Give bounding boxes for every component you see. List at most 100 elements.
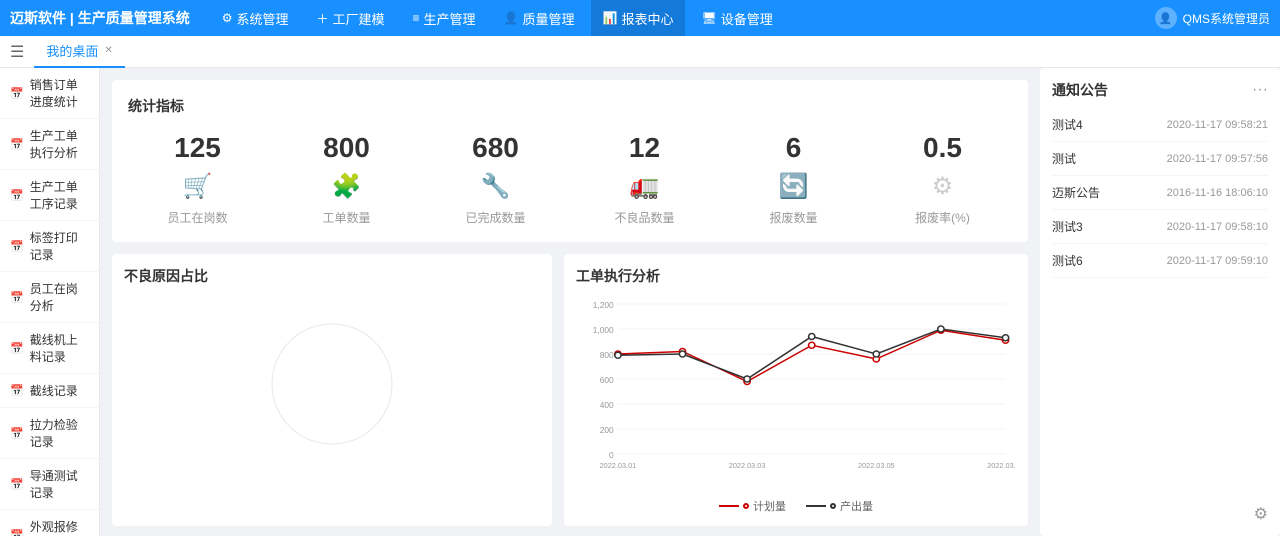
notice-name-n5: 测试6: [1052, 252, 1083, 269]
user-avatar: 👤: [1155, 7, 1177, 29]
stat-value-scrap-count: 6: [786, 132, 802, 164]
nav-item-device[interactable]: 🖥设备管理: [689, 0, 784, 36]
stat-value-defective: 12: [629, 132, 660, 164]
notice-name-n4: 测试3: [1052, 218, 1083, 235]
stat-label-employees: 员工在岗数: [167, 209, 227, 226]
notice-time-n5: 2020-11-17 09:59:10: [1167, 255, 1268, 267]
svg-text:2022.03.03: 2022.03.03: [729, 462, 766, 470]
workorder-panel-title: 工单执行分析: [576, 266, 1016, 286]
production-icon: ≡: [413, 11, 420, 25]
tab-desktop[interactable]: 我的桌面 ✕: [34, 36, 124, 68]
svg-text:1,000: 1,000: [593, 326, 614, 335]
sidebar-label-cutoff-machine: 截线机上料记录: [30, 331, 89, 365]
header: 迈斯软件 | 生产质量管理系统 ⚙系统管理＋工厂建模≡生产管理👤质量管理📊报表中…: [0, 0, 1280, 36]
stat-icon-scrap-rate: ⚙: [932, 172, 954, 201]
sidebar-item-production-record[interactable]: 📅生产工单工序记录: [0, 170, 99, 221]
sidebar-icon-external-repair: 📅: [10, 529, 24, 536]
settings-icon[interactable]: ⚙: [1052, 496, 1268, 524]
device-icon: 🖥: [701, 11, 716, 25]
notice-header: 通知公告 ···: [1052, 80, 1268, 100]
sidebar-label-cutoff-record: 截线记录: [30, 382, 78, 399]
svg-text:0: 0: [609, 451, 614, 460]
nav-label-production: 生产管理: [424, 9, 476, 28]
notice-item-n5[interactable]: 测试6 2020-11-17 09:59:10: [1052, 244, 1268, 278]
notice-item-n4[interactable]: 测试3 2020-11-17 09:58:10: [1052, 210, 1268, 244]
sidebar-item-guide-test[interactable]: 📅 导通测试记录: [0, 459, 99, 510]
stat-value-completed: 680: [472, 132, 519, 164]
stat-value-scrap-rate: 0.5: [923, 132, 962, 164]
notices-panel: 通知公告 ··· 测试4 2020-11-17 09:58:21 测试 2020…: [1040, 68, 1280, 536]
notice-more-icon[interactable]: ···: [1252, 81, 1268, 99]
sidebar-icon-cutoff-record: 📅: [10, 384, 24, 397]
user-name: QMS系统管理员: [1183, 10, 1270, 27]
factory-icon: ＋: [316, 10, 328, 27]
sidebar-label-label-print: 标签打印记录: [30, 229, 89, 263]
notice-time-n1: 2020-11-17 09:58:21: [1167, 119, 1268, 131]
nav-item-production[interactable]: ≡ 生产管理: [401, 0, 488, 36]
sidebar-icon-cutoff-machine: 📅: [10, 342, 24, 355]
sidebar-item-external-repair[interactable]: 📅 外观报修记录: [0, 510, 99, 536]
nav-item-quality[interactable]: 👤 质量管理: [492, 0, 587, 36]
stat-value-work-orders: 800: [323, 132, 370, 164]
user-info[interactable]: 👤 QMS系统管理员: [1155, 7, 1270, 29]
sidebar-label-guide-test: 导通测试记录: [30, 467, 89, 501]
sidebar-label-external-repair: 外观报修记录: [30, 518, 89, 536]
sidebar-item-tension-test[interactable]: 📅拉力检验记录: [0, 408, 99, 459]
sidebar-icon-tension-test: 📅: [10, 427, 24, 440]
stat-card-work-orders: 800 🧩 工单数量: [277, 132, 416, 226]
tab-close-icon[interactable]: ✕: [104, 45, 112, 56]
stat-label-scrap-count: 报废数量: [769, 209, 817, 226]
sidebar-icon-guide-test: 📅: [10, 478, 24, 491]
sidebar-item-employee-analysis[interactable]: 📅员工在岗分析: [0, 272, 99, 323]
svg-text:200: 200: [600, 426, 614, 435]
workorder-panel: 工单执行分析 02004006008001,0001,2002022.03.01…: [564, 254, 1028, 526]
nav-item-report[interactable]: 📊报表中心: [591, 0, 686, 36]
nav-bar: ⚙系统管理＋工厂建模≡生产管理👤质量管理📊报表中心🖥设备管理: [210, 0, 1155, 36]
sidebar-label-production-record: 生产工单工序记录: [30, 178, 89, 212]
notice-name-n3: 迈斯公告: [1052, 184, 1100, 201]
sidebar-icon-sales-order: 📅: [10, 87, 24, 100]
sidebar-label-sales-order: 销售订单进度统计: [30, 76, 89, 110]
sidebar-icon-production-analysis: 📅: [10, 138, 24, 151]
sidebar-item-sales-order[interactable]: 📅 销售订单进度统计: [0, 68, 99, 119]
notice-time-n4: 2020-11-17 09:58:10: [1167, 221, 1268, 233]
tab-menu-icon[interactable]: ☰: [10, 42, 24, 62]
svg-text:2022.03.07: 2022.03.07: [987, 462, 1016, 470]
nav-label-report: 报表中心: [621, 9, 673, 28]
notice-time-n3: 2016-11-16 18:06:10: [1167, 187, 1268, 199]
stat-icon-completed: 🔧: [481, 172, 511, 201]
stat-icon-defective: 🚛: [630, 172, 660, 201]
svg-text:800: 800: [600, 351, 614, 360]
svg-text:2022.03.01: 2022.03.01: [600, 462, 637, 470]
tab-bar: ☰ 我的桌面 ✕: [0, 36, 1280, 68]
sidebar-item-cutoff-machine[interactable]: 📅 截线机上料记录: [0, 323, 99, 374]
stat-card-completed: 680 🔧 已完成数量: [426, 132, 565, 226]
defect-panel: 不良原因占比: [112, 254, 552, 526]
stat-label-defective: 不良品数量: [614, 209, 674, 226]
sidebar: 📅销售订单进度统计📅生产工单执行分析📅生产工单工序记录📅标签打印记录📅员工在岗分…: [0, 68, 100, 536]
sidebar-item-production-analysis[interactable]: 📅生产工单执行分析: [0, 119, 99, 170]
nav-label-factory: 工厂建模: [333, 9, 385, 28]
nav-item-factory[interactable]: ＋ 工厂建模: [304, 0, 396, 36]
report-icon: 📊: [603, 11, 618, 25]
svg-text:1,200: 1,200: [593, 301, 614, 310]
notice-item-n2[interactable]: 测试 2020-11-17 09:57:56: [1052, 142, 1268, 176]
nav-label-system: 系统管理: [236, 9, 288, 28]
stat-card-scrap-rate: 0.5 ⚙ 报废率(%): [873, 132, 1012, 226]
nav-label-quality: 质量管理: [523, 9, 575, 28]
bottom-panels: 不良原因占比 工单执行分析 02004006008001,0001,200202…: [112, 254, 1028, 526]
stat-card-scrap-count: 6 🔄 报废数量: [724, 132, 863, 226]
sidebar-label-employee-analysis: 员工在岗分析: [30, 280, 89, 314]
pie-chart: [124, 294, 540, 474]
notice-item-n3[interactable]: 迈斯公告 2016-11-16 18:06:10: [1052, 176, 1268, 210]
sidebar-icon-label-print: 📅: [10, 240, 24, 253]
notice-name-n1: 测试4: [1052, 116, 1083, 133]
notice-time-n2: 2020-11-17 09:57:56: [1167, 153, 1268, 165]
sidebar-item-label-print[interactable]: 📅 标签打印记录: [0, 221, 99, 272]
main-content: 统计指标 125 🛒 员工在岗数 800 🧩 工单数量 680 🔧 已完成数量 …: [100, 68, 1040, 536]
sidebar-item-cutoff-record[interactable]: 📅 截线记录: [0, 374, 99, 408]
nav-item-system[interactable]: ⚙系统管理: [210, 0, 301, 36]
quality-icon: 👤: [504, 11, 519, 25]
notice-item-n1[interactable]: 测试4 2020-11-17 09:58:21: [1052, 108, 1268, 142]
tab-label: 我的桌面: [46, 41, 98, 60]
